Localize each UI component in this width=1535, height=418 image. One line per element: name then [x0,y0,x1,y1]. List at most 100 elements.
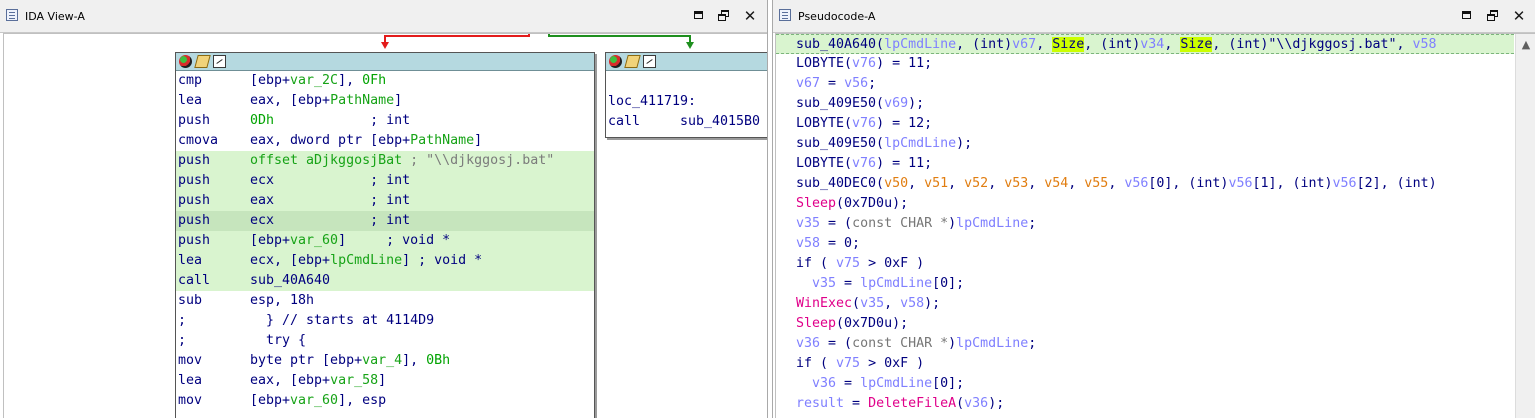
instruction-row[interactable]: lea eax, [ebp+PathName] [176,91,594,111]
close-button[interactable]: ✕ [1511,8,1527,24]
basic-block-loc-411719[interactable]: loc_411719: call sub_4015B0 [605,52,767,138]
instruction-row[interactable]: push [ebp+var_60] ; void * [176,231,594,251]
instruction-row[interactable]: ; } // starts at 4114D9 [176,311,594,331]
operand: ] ; void * [338,233,451,248]
edge-false-arrow [381,42,389,49]
graph-canvas[interactable]: cmp [ebp+var_2C], 0Fh lea eax, [ebp+PathNam… [3,33,767,418]
instruction-row[interactable]: cmp [ebp+var_2C], 0Fh [176,71,594,91]
call-target[interactable]: sub_4015B0 [680,114,760,129]
code-token: if ( [796,256,837,271]
instruction-row[interactable]: push offset aDjkggosjBat ; "\\djkggosj.ba… [176,151,594,171]
instruction-list: cmp [ebp+var_2C], 0Fh lea eax, [ebp+PathNam… [176,71,594,411]
pseudocode-titlebar: Pseudocode-A ✕ [773,0,1535,33]
operand: var_60 [290,393,339,408]
block-header [176,53,594,71]
instruction-row[interactable]: call sub_40A640 [176,271,594,291]
minimize-button[interactable] [1459,8,1475,24]
basic-block-main[interactable]: cmp [ebp+var_2C], 0Fh lea eax, [ebp+PathNam… [175,52,595,418]
mnemonic: call [178,273,211,288]
group-icon[interactable] [643,55,656,68]
close-button[interactable]: ✕ [742,8,758,24]
instruction-row[interactable]: push 0Dh ; int [176,111,594,131]
instruction-row[interactable]: call sub_4015B0 [606,112,767,132]
instruction-row[interactable]: mov byte ptr [ebp+var_4], 0Bh [176,351,594,371]
mnemonic: push [178,113,211,128]
code-line[interactable]: sub_409E50(lpCmdLine); [776,134,1514,154]
code-token: , [908,176,925,191]
mnemonic: lea [178,253,203,268]
code-line[interactable]: LOBYTE(v76) = 11; [776,154,1514,174]
mnemonic: mov [178,393,203,408]
code-line[interactable]: v58 = 0; [776,234,1514,254]
edge-true [548,34,691,44]
vertical-scrollbar[interactable]: ▲ [1515,34,1535,418]
code-line[interactable]: v35 = lpCmdLine[0]; [776,274,1514,294]
scroll-up-arrow-icon[interactable]: ▲ [1516,38,1535,52]
code-token: v36 [796,336,821,351]
code-token: [2], (int) [1356,176,1437,191]
instruction-row[interactable]: push ecx ; int [176,171,594,191]
operand: ; int [274,173,411,188]
instruction-row[interactable]: lea ecx, [ebp+lpCmdLine] ; void * [176,251,594,271]
code-line[interactable]: v36 = lpCmdLine[0]; [776,374,1514,394]
code-token: lpCmdLine [860,376,933,391]
code-line[interactable]: Sleep(0x7D0u); [776,314,1514,334]
instruction-row[interactable]: mov [ebp+var_60], esp [176,391,594,411]
instruction-row[interactable]: push eax ; int [176,191,594,211]
code-line[interactable]: v36 = (const CHAR *)lpCmdLine; [776,334,1514,354]
mnemonic: push [178,173,211,188]
code-token: v58 [796,236,821,251]
instruction-row[interactable]: push ecx ; int [176,211,594,231]
operand: ], [338,73,363,88]
operand: ; int [274,193,411,208]
ida-view-titlebar: IDA View-A ✕ [0,0,767,33]
color-icon[interactable] [179,55,192,68]
code-line[interactable]: if ( v75 > 0xF ) [776,354,1514,374]
code-line[interactable]: LOBYTE(v76) = 12; [776,114,1514,134]
code-line[interactable]: sub_40DEC0(v50, v51, v52, v53, v54, v55,… [776,174,1514,194]
minimize-button[interactable] [691,8,707,24]
code-line[interactable]: LOBYTE(v76) = 11; [776,54,1514,74]
edge-true-arrow [686,42,694,49]
mnemonic: lea [178,373,203,388]
code-token: const CHAR * [852,336,949,351]
code-line[interactable]: sub_409E50(v69); [776,94,1514,114]
instruction-row[interactable]: sub esp, 18h [176,291,594,311]
operand: eax [250,193,275,208]
code-token: = [836,376,861,391]
code-line[interactable]: if ( v75 > 0xF ) [776,254,1514,274]
edit-icon[interactable] [624,55,641,68]
code-line[interactable]: WinExec(v35, v58); [776,294,1514,314]
code-line[interactable]: result = DeleteFileA(v36); [776,394,1514,414]
operand: ] [394,93,403,108]
pseudocode-editor[interactable]: sub_40A640(lpCmdLine, (int)v67, Size, (i… [775,33,1535,418]
code-token: = [836,276,861,291]
window-icon [779,9,791,21]
code-line[interactable]: v67 = v56; [776,74,1514,94]
code-token: v36 [964,396,989,411]
code-token: sub_409E50( [796,96,885,111]
instruction-row[interactable]: lea eax, [ebp+var_58] [176,371,594,391]
color-icon[interactable] [609,55,622,68]
mnemonic: sub [178,293,203,308]
code-line[interactable]: v35 = (const CHAR *)lpCmdLine; [776,214,1514,234]
restore-button[interactable] [1485,8,1501,24]
edit-icon[interactable] [194,55,211,68]
code-line-current[interactable]: sub_40A640(lpCmdLine, (int)v67, Size, (i… [776,34,1514,54]
restore-button[interactable] [716,8,732,24]
block-label[interactable]: loc_411719: [606,92,767,112]
code-token: , [1036,37,1053,52]
operand: ], esp [338,393,387,408]
operand: esp, 18h [250,293,315,308]
code-token: v76 [852,116,877,131]
group-icon[interactable] [213,55,226,68]
code-token: ( [852,296,861,311]
code-token: v56 [1332,176,1357,191]
code-line[interactable]: Sleep(0x7D0u); [776,194,1514,214]
code-token: LOBYTE( [796,56,853,71]
code-token: lpCmdLine [956,216,1029,231]
instruction-row[interactable]: ; try { [176,331,594,351]
instruction-row[interactable]: cmova eax, dword ptr [ebp+PathName] [176,131,594,151]
edge-false [384,34,530,44]
code-token: ; [1028,216,1037,231]
